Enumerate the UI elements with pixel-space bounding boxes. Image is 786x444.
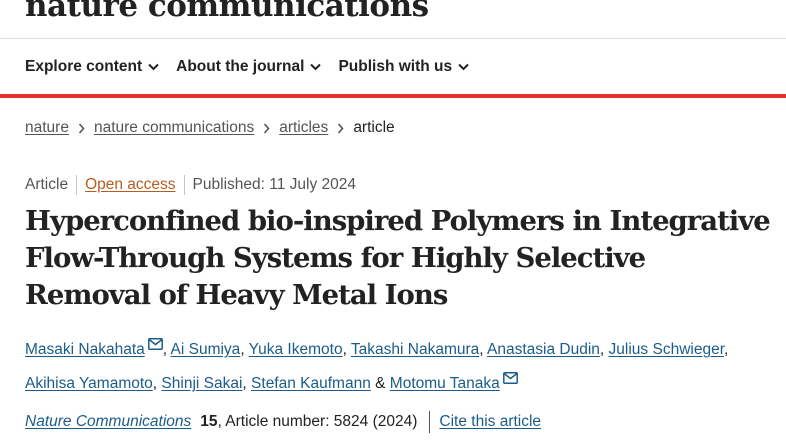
- cite-this-article-link[interactable]: Cite this article: [439, 413, 541, 431]
- author-link[interactable]: Yuka Ikemoto: [249, 341, 343, 358]
- article-meta: Article Open access Published: 11 July 2…: [25, 175, 356, 195]
- header-divider: [0, 38, 786, 39]
- nav-about-journal[interactable]: About the journal: [176, 58, 322, 76]
- article-title: Hyperconfined bio-inspired Polymers in I…: [25, 205, 771, 311]
- author-link[interactable]: Shinji Sakai: [161, 375, 242, 392]
- breadcrumb-current: article: [353, 119, 395, 136]
- author-link[interactable]: Ai Sumiya: [171, 341, 241, 358]
- meta-divider: [183, 175, 185, 195]
- nav-explore-content-label: Explore content: [25, 58, 143, 75]
- article-number: , Article number: 5824 (2024): [217, 413, 418, 430]
- author-list: Masaki Nakahata, Ai Sumiya, Yuka Ikemoto…: [25, 331, 770, 399]
- breadcrumb-articles[interactable]: articles: [279, 119, 328, 137]
- open-access-link[interactable]: Open access: [85, 176, 175, 194]
- article-type: Article: [25, 176, 69, 193]
- nav-publish-with-us[interactable]: Publish with us: [338, 58, 469, 76]
- breadcrumb: nature nature communications articles ar…: [25, 119, 395, 137]
- journal-logo[interactable]: nature communications: [25, 0, 429, 24]
- breadcrumb-nature[interactable]: nature: [25, 119, 69, 137]
- author-link[interactable]: Anastasia Dudin: [487, 341, 600, 358]
- citation-divider: [429, 411, 431, 433]
- meta-divider: [76, 175, 78, 195]
- author-link[interactable]: Takashi Nakamura: [351, 341, 479, 358]
- accent-bar: [0, 94, 786, 98]
- nav-publish-with-us-label: Publish with us: [338, 58, 453, 75]
- author-link[interactable]: Motomu Tanaka: [390, 375, 500, 392]
- nav-about-journal-label: About the journal: [176, 58, 305, 75]
- breadcrumb-nature-communications[interactable]: nature communications: [94, 119, 254, 137]
- envelope-icon[interactable]: [502, 365, 518, 395]
- chevron-right-icon: [337, 122, 344, 134]
- author-link[interactable]: Julius Schwieger: [609, 341, 724, 358]
- chevron-right-icon: [78, 122, 85, 134]
- envelope-icon[interactable]: [147, 331, 163, 361]
- published-date: Published: 11 July 2024: [192, 176, 356, 193]
- journal-link[interactable]: Nature Communications: [25, 413, 191, 431]
- author-link[interactable]: Stefan Kaufmann: [251, 375, 371, 392]
- volume-number: 15: [200, 413, 218, 430]
- chevron-down-icon: [458, 63, 469, 71]
- nav-explore-content[interactable]: Explore content: [25, 58, 159, 76]
- main-nav: Explore content About the journal Publis…: [25, 56, 486, 78]
- chevron-down-icon: [310, 63, 322, 71]
- citation-line: Nature Communications 15 , Article numbe…: [25, 411, 541, 433]
- chevron-down-icon: [148, 63, 159, 71]
- chevron-right-icon: [263, 122, 270, 134]
- author-link[interactable]: Akihisa Yamamoto: [25, 375, 153, 392]
- author-link[interactable]: Masaki Nakahata: [25, 341, 145, 358]
